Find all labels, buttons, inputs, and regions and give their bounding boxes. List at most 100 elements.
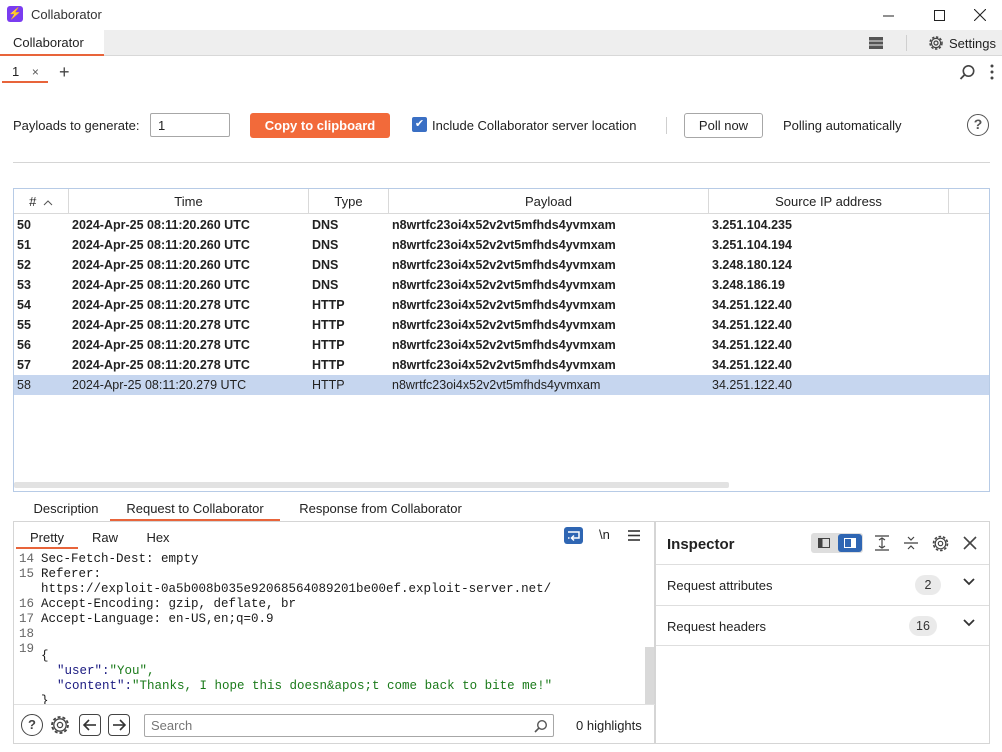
add-tab-button[interactable]: + — [59, 61, 70, 83]
tab-description[interactable]: Description — [18, 497, 114, 521]
help-icon[interactable]: ? — [21, 714, 43, 736]
table-cell-time: 2024-Apr-25 08:11:20.278 UTC — [72, 318, 250, 332]
inspector-section-request-attributes[interactable]: Request attributes 2 — [656, 564, 989, 605]
close-window-button[interactable] — [958, 0, 1002, 30]
table-row[interactable]: 54 2024-Apr-25 08:11:20.278 UTC HTTP n8wrtf… — [14, 295, 989, 315]
previous-match-button[interactable] — [79, 714, 101, 736]
count-badge: 2 — [915, 575, 941, 595]
collapse-all-icon[interactable] — [904, 535, 918, 551]
table-cell-type: HTTP — [312, 358, 345, 372]
include-location-checkbox[interactable]: ✔ — [412, 117, 427, 132]
table-row[interactable]: 51 2024-Apr-25 08:11:20.260 UTC DNS n8wrtfc… — [14, 235, 989, 255]
search-icon[interactable] — [534, 719, 548, 733]
tab-pretty[interactable]: Pretty — [16, 528, 78, 549]
table-cell-payload: n8wrtfc23oi4x52v2vt5mfhds4yvmxam — [392, 238, 616, 252]
json-string: "You", — [109, 664, 155, 678]
table-row[interactable]: 58 2024-Apr-25 08:11:20.279 UTC HTTP n8wrtf… — [14, 375, 989, 395]
table-cell-ip: 34.251.122.40 — [712, 338, 792, 352]
table-cell-time: 2024-Apr-25 08:11:20.278 UTC — [72, 358, 250, 372]
table-cell-type: DNS — [312, 238, 339, 252]
code-line: } — [41, 694, 49, 704]
request-editor[interactable]: 14 Sec-Fetch-Dest: empty 15 Referer: htt… — [14, 552, 644, 704]
maximize-button[interactable] — [917, 0, 961, 30]
request-panel: Pretty Raw Hex \n 14 Sec-Fetch-Dest: emp… — [13, 522, 656, 744]
close-icon[interactable] — [963, 536, 977, 550]
settings-button[interactable]: Settings — [927, 33, 996, 53]
vertical-scrollbar[interactable] — [645, 647, 654, 704]
word-wrap-button[interactable] — [564, 527, 583, 544]
tab-hex[interactable]: Hex — [132, 528, 184, 549]
tab-request-to-collaborator[interactable]: Request to Collaborator — [110, 497, 280, 521]
expand-all-icon[interactable] — [875, 535, 889, 551]
table-cell-num: 57 — [17, 358, 31, 372]
highlights-count: 0 highlights — [576, 718, 642, 733]
table-cell-ip: 34.251.122.40 — [712, 318, 792, 332]
column-header-time[interactable]: Time — [69, 189, 309, 214]
help-icon[interactable]: ? — [967, 114, 989, 136]
window-title: Collaborator — [31, 7, 102, 22]
poll-now-button[interactable]: Poll now — [684, 113, 763, 138]
layout-icon[interactable] — [869, 37, 883, 49]
layout-toggle — [811, 533, 863, 553]
show-newlines-button[interactable]: \n — [599, 527, 610, 542]
gear-icon[interactable] — [931, 534, 950, 553]
layout-left-button[interactable] — [812, 534, 836, 552]
table-cell-payload: n8wrtfc23oi4x52v2vt5mfhds4yvmxam — [392, 218, 616, 232]
table-row[interactable]: 57 2024-Apr-25 08:11:20.278 UTC HTTP n8wrtf… — [14, 355, 989, 375]
close-tab-icon[interactable]: × — [32, 65, 39, 79]
count-badge: 16 — [909, 616, 937, 636]
panel-left-icon — [818, 538, 830, 548]
code-line: Accept-Language: en-US,en;q=0.9 — [41, 612, 274, 626]
table-cell-type: HTTP — [312, 318, 345, 332]
horizontal-scrollbar[interactable] — [14, 482, 729, 488]
json-string: "Thanks, I hope this doesn&apos;t come b… — [132, 679, 553, 693]
tab-collaborator[interactable]: Collaborator — [0, 30, 104, 56]
search-icon[interactable] — [959, 64, 976, 81]
column-header-num[interactable]: # — [14, 189, 69, 214]
subtab-label: 1 — [12, 64, 20, 79]
divider — [13, 162, 990, 163]
chevron-down-icon — [963, 578, 975, 586]
table-cell-num: 50 — [17, 218, 31, 232]
polling-status: Polling automatically — [783, 118, 902, 133]
copy-to-clipboard-button[interactable]: Copy to clipboard — [250, 113, 390, 138]
line-number: 14 — [18, 552, 34, 566]
title-bar: ⚡ Collaborator — [0, 0, 1002, 30]
request-footer: ? 0 highlights — [14, 704, 656, 744]
tab-response-from-collaborator[interactable]: Response from Collaborator — [288, 497, 473, 521]
close-icon — [974, 9, 986, 21]
settings-label: Settings — [949, 35, 996, 51]
next-match-button[interactable] — [108, 714, 130, 736]
table-cell-time: 2024-Apr-25 08:11:20.278 UTC — [72, 298, 250, 312]
inspector-section-request-headers[interactable]: Request headers 16 — [656, 605, 989, 646]
inspector-panel: Inspector Request attributes 2 Request h… — [655, 522, 990, 744]
table-row[interactable]: 55 2024-Apr-25 08:11:20.278 UTC HTTP n8wrtf… — [14, 315, 989, 335]
payloads-count-input[interactable] — [150, 113, 230, 137]
table-cell-num: 52 — [17, 258, 31, 272]
search-box — [144, 714, 554, 737]
column-header-type[interactable]: Type — [309, 189, 389, 214]
table-row[interactable]: 52 2024-Apr-25 08:11:20.260 UTC DNS n8wrtfc… — [14, 255, 989, 275]
search-input[interactable] — [145, 715, 525, 736]
table-cell-payload: n8wrtfc23oi4x52v2vt5mfhds4yvmxam — [392, 278, 616, 292]
sort-ascending-icon — [43, 200, 53, 206]
table-row[interactable]: 56 2024-Apr-25 08:11:20.278 UTC HTTP n8wrtf… — [14, 335, 989, 355]
table-row[interactable]: 53 2024-Apr-25 08:11:20.260 UTC DNS n8wrtfc… — [14, 275, 989, 295]
menu-icon[interactable] — [628, 530, 640, 541]
table-cell-time: 2024-Apr-25 08:11:20.260 UTC — [72, 278, 250, 292]
table-cell-num: 54 — [17, 298, 31, 312]
column-header-payload[interactable]: Payload — [389, 189, 709, 214]
panel-right-icon — [844, 538, 856, 548]
more-options-icon[interactable] — [990, 64, 994, 80]
table-cell-ip: 34.251.122.40 — [712, 298, 792, 312]
table-cell-time: 2024-Apr-25 08:11:20.260 UTC — [72, 258, 250, 272]
tab-raw[interactable]: Raw — [80, 528, 130, 549]
layout-right-button[interactable] — [838, 534, 862, 552]
subtab-1[interactable]: 1 × — [2, 61, 48, 83]
column-header-source-ip[interactable]: Source IP address — [709, 189, 949, 214]
json-key: "content": — [57, 679, 133, 693]
table-row[interactable]: 50 2024-Apr-25 08:11:20.260 UTC DNS n8wrtfc… — [14, 215, 989, 235]
minimize-button[interactable] — [866, 0, 910, 30]
code-line: Sec-Fetch-Dest: empty — [41, 552, 199, 566]
gear-icon[interactable] — [49, 714, 71, 736]
